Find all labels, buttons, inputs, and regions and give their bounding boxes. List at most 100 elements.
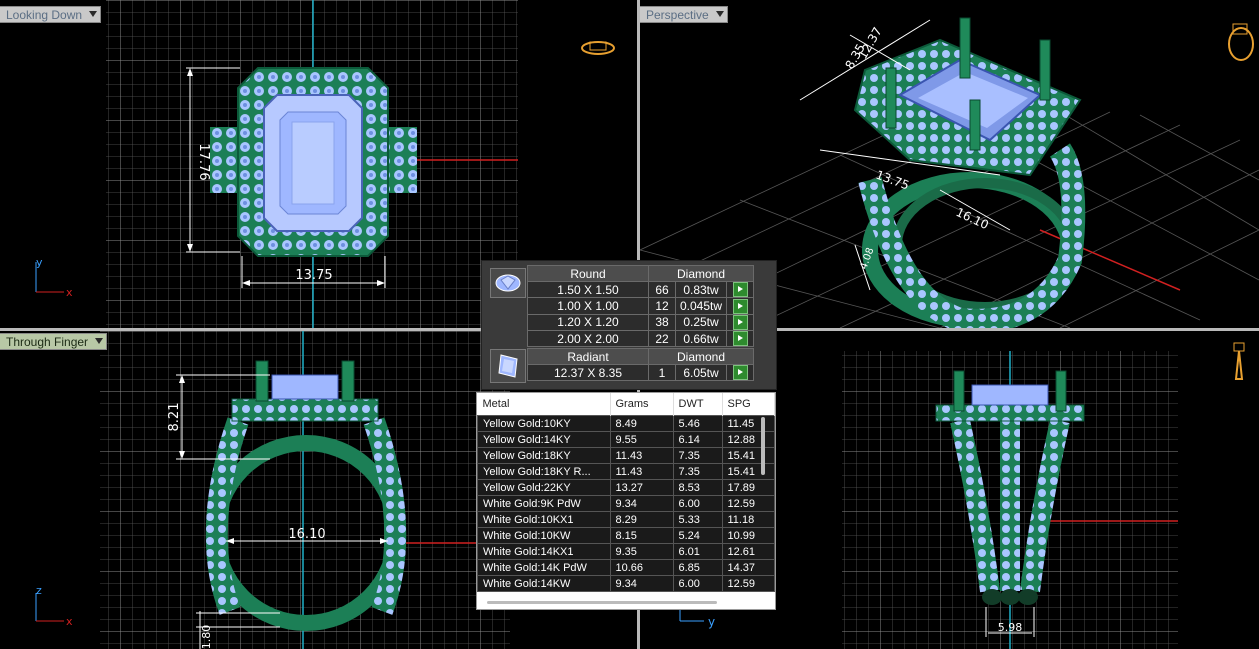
- metal-cell-grams: 8.15: [609, 527, 674, 544]
- stone-row-action[interactable]: [726, 363, 754, 382]
- dimension-inner-width: 16.10: [288, 527, 325, 542]
- round-diamond-icon: [495, 274, 521, 292]
- play-arrow-icon[interactable]: [732, 314, 748, 330]
- column-header-metal[interactable]: Metal: [477, 393, 611, 416]
- viewport-label-through-finger[interactable]: Through Finger: [0, 333, 108, 350]
- table-row[interactable]: Yellow Gold:22KY 13.27 8.53 17.89: [477, 479, 775, 496]
- stone-size: 1.00 X 1.00: [527, 297, 649, 315]
- metal-cell-spg: 11.45: [721, 415, 775, 432]
- stone-weight: 0.25tw: [674, 313, 728, 331]
- stone-weight: 6.05tw: [675, 363, 727, 382]
- column-header-dwt[interactable]: DWT: [673, 393, 723, 416]
- metal-cell-metal: Yellow Gold:18KY: [477, 447, 611, 464]
- metal-cell-dwt: 6.00: [672, 495, 723, 512]
- metal-cell-grams: 13.27: [609, 479, 674, 496]
- stone-row-action[interactable]: [726, 329, 754, 348]
- view-orientation-icon: [581, 41, 615, 55]
- play-arrow-icon[interactable]: [732, 298, 748, 314]
- metal-cell-dwt: 5.46: [672, 415, 723, 432]
- metal-cell-spg: 11.18: [721, 511, 775, 528]
- metal-cell-dwt: 6.85: [672, 559, 723, 576]
- table-row[interactable]: White Gold:14K PdW 10.66 6.85 14.37: [477, 559, 775, 576]
- stone-size: 1.20 X 1.20: [527, 313, 649, 331]
- stone-weight: 0.045tw: [674, 297, 728, 315]
- table-row[interactable]: Yellow Gold:18KY 11.43 7.35 15.41: [477, 447, 775, 464]
- dimension-shank-width: 5.98: [998, 621, 1023, 634]
- metal-cell-metal: White Gold:10KX1: [477, 511, 611, 528]
- stone-shape-header: Radiant: [527, 348, 649, 365]
- stone-row-action[interactable]: [726, 313, 754, 331]
- table-row[interactable]: White Gold:14KX1 9.35 6.01 12.61: [477, 543, 775, 560]
- metal-cell-spg: 10.99: [721, 527, 775, 544]
- stone-size: 2.00 X 2.00: [527, 329, 649, 348]
- viewport-label-looking-down[interactable]: Looking Down: [0, 6, 102, 23]
- metal-cell-dwt: 8.53: [672, 479, 723, 496]
- stone-count: 38: [648, 313, 676, 331]
- metal-cell-spg: 12.59: [721, 495, 775, 512]
- metal-cell-metal: White Gold:10KW: [477, 527, 611, 544]
- metal-cell-spg: 15.41: [721, 463, 775, 480]
- table-row[interactable]: White Gold:10KX1 8.29 5.33 11.18: [477, 511, 775, 528]
- chevron-down-icon: [95, 338, 104, 344]
- play-arrow-icon[interactable]: [732, 365, 748, 381]
- view-orientation-icon: [1233, 342, 1245, 380]
- viewport-title: Looking Down: [6, 8, 83, 22]
- viewport-title: Through Finger: [6, 335, 89, 349]
- viewport-label-perspective[interactable]: Perspective: [640, 6, 728, 23]
- metal-cell-grams: 8.29: [609, 511, 674, 528]
- table-row[interactable]: White Gold:9K PdW 9.34 6.00 12.59: [477, 495, 775, 512]
- table-row[interactable]: White Gold:14KW 9.34 6.00 12.59: [477, 575, 775, 592]
- stone-size: 1.50 X 1.50: [527, 280, 649, 299]
- stone-count: 12: [648, 297, 676, 315]
- metal-cell-grams: 8.49: [609, 415, 674, 432]
- column-header-grams[interactable]: Grams: [610, 393, 674, 416]
- axis-y-label: y: [708, 615, 715, 629]
- metal-cell-grams: 9.34: [609, 575, 674, 592]
- table-row[interactable]: Yellow Gold:14KY 9.55 6.14 12.88: [477, 431, 775, 448]
- vertical-scrollbar[interactable]: [761, 417, 765, 475]
- metal-cell-metal: Yellow Gold:14KY: [477, 431, 611, 448]
- horizontal-scrollbar[interactable]: [487, 601, 717, 604]
- axis-x-label: x: [66, 286, 73, 299]
- column-header-spg[interactable]: SPG: [722, 393, 775, 416]
- radiant-diamond-icon: [498, 354, 518, 378]
- stone-row-action[interactable]: [726, 297, 754, 315]
- metal-cell-grams: 9.34: [609, 495, 674, 512]
- table-row: 2.00 X 2.00 22 0.66tw: [527, 329, 754, 348]
- stone-weight: 0.83tw: [674, 280, 728, 299]
- axis-z-label: z: [36, 584, 42, 597]
- axis-x-label: x: [66, 615, 73, 628]
- table-row[interactable]: Yellow Gold:18KY R... 11.43 7.35 15.41: [477, 463, 775, 480]
- metal-cell-spg: 14.37: [721, 559, 775, 576]
- metal-cell-metal: Yellow Gold:18KY R...: [477, 463, 611, 480]
- metal-cell-dwt: 7.35: [672, 463, 723, 480]
- table-row[interactable]: White Gold:10KW 8.15 5.24 10.99: [477, 527, 775, 544]
- stone-count: 66: [648, 280, 676, 299]
- metal-cell-grams: 9.35: [609, 543, 674, 560]
- dimension-top-height: 8.21: [167, 403, 182, 432]
- metal-cell-dwt: 6.14: [672, 431, 723, 448]
- stone-count: 1: [648, 363, 676, 382]
- chevron-down-icon: [715, 11, 724, 17]
- view-orientation-icon: [1228, 23, 1254, 61]
- metal-cell-grams: 11.43: [609, 447, 674, 464]
- metal-cell-grams: 9.55: [609, 431, 674, 448]
- stone-row-action[interactable]: [726, 280, 754, 299]
- play-arrow-icon[interactable]: [732, 331, 748, 347]
- dimension-b: 12.37: [855, 25, 884, 62]
- radiant-stone-icon-box: [490, 349, 526, 383]
- metal-cell-spg: 15.41: [721, 447, 775, 464]
- table-row[interactable]: Yellow Gold:10KY 8.49 5.46 11.45: [477, 415, 775, 432]
- metal-cell-metal: Yellow Gold:10KY: [477, 415, 611, 432]
- metal-cell-metal: Yellow Gold:22KY: [477, 479, 611, 496]
- metal-cell-dwt: 6.01: [672, 543, 723, 560]
- play-arrow-icon[interactable]: [732, 282, 748, 298]
- table-row: 1.50 X 1.50 66 0.83tw: [527, 280, 754, 299]
- metal-cell-spg: 17.89: [721, 479, 775, 496]
- stone-summary-panel: Round Diamond 1.50 X 1.50 66 0.83tw 1.00…: [481, 260, 777, 390]
- metal-weight-panel: Metal Grams DWT SPG Yellow Gold:10KY 8.49…: [476, 392, 776, 610]
- stone-material-header: Diamond: [648, 348, 754, 365]
- dimension-d: 16.10: [954, 205, 991, 232]
- dimension-vertical-top: 17.76: [196, 143, 211, 180]
- metal-weight-table: Metal Grams DWT SPG Yellow Gold:10KY 8.49…: [477, 393, 775, 592]
